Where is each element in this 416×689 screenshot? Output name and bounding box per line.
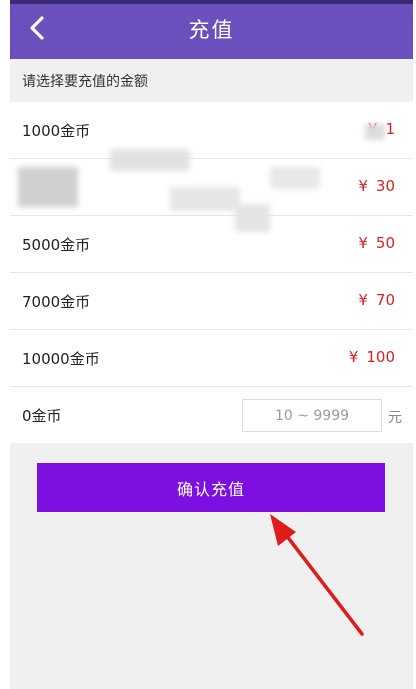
top-bar: 充值	[10, 0, 413, 59]
blur-overlay	[170, 187, 240, 211]
currency-symbol: ¥	[358, 177, 368, 195]
blur-overlay	[270, 167, 320, 189]
status-bar-shade	[10, 0, 413, 4]
currency-symbol: ¥	[358, 291, 368, 309]
amount-option-5000[interactable]: 5000金币 ¥50	[10, 204, 413, 273]
price-value: 50	[375, 234, 395, 252]
custom-amount-input[interactable]	[242, 399, 382, 432]
blur-overlay	[235, 204, 270, 232]
option-coins: 7000金币	[22, 293, 91, 311]
currency-symbol: ¥	[358, 234, 368, 252]
custom-coins: 0金币	[22, 407, 62, 425]
price-value: 100	[366, 348, 395, 366]
blur-overlay	[365, 124, 385, 140]
price-value: 70	[375, 291, 395, 309]
option-coins: 1000金币	[22, 122, 91, 140]
prompt-bar: 请选择要充值的金额	[10, 59, 413, 102]
price-value: 30	[375, 177, 395, 195]
amount-option-list: 1000金币 ¥1 ¥30 5000金币 ¥50 7000金币 ¥70 1000…	[10, 102, 413, 443]
option-price: ¥30	[358, 177, 395, 195]
option-price: ¥100	[349, 348, 395, 366]
blur-overlay	[110, 149, 190, 171]
amount-option-30[interactable]: ¥30	[10, 149, 413, 216]
amount-option-7000[interactable]: 7000金币 ¥70	[10, 273, 413, 330]
amount-option-10000[interactable]: 10000金币 ¥100	[10, 330, 413, 387]
confirm-recharge-button[interactable]: 确认充值	[37, 463, 385, 512]
currency-symbol: ¥	[348, 348, 359, 366]
confirm-button-label: 确认充值	[176, 479, 245, 499]
custom-amount-row: 0金币 元	[10, 387, 413, 443]
amount-option-1000[interactable]: 1000金币 ¥1	[10, 102, 413, 159]
option-coins: 10000金币	[22, 350, 100, 368]
recharge-screen: 充值 请选择要充值的金额 1000金币 ¥1 ¥30 5000金币 ¥50 70…	[10, 0, 413, 689]
option-price: ¥50	[358, 234, 395, 252]
price-value: 1	[385, 120, 395, 138]
currency-unit: 元	[388, 410, 402, 426]
prompt-text: 请选择要充值的金额	[22, 74, 148, 90]
option-price: ¥70	[358, 291, 395, 309]
option-coins: 5000金币	[22, 236, 91, 254]
blur-overlay	[18, 167, 78, 207]
page-title: 充值	[188, 18, 235, 42]
